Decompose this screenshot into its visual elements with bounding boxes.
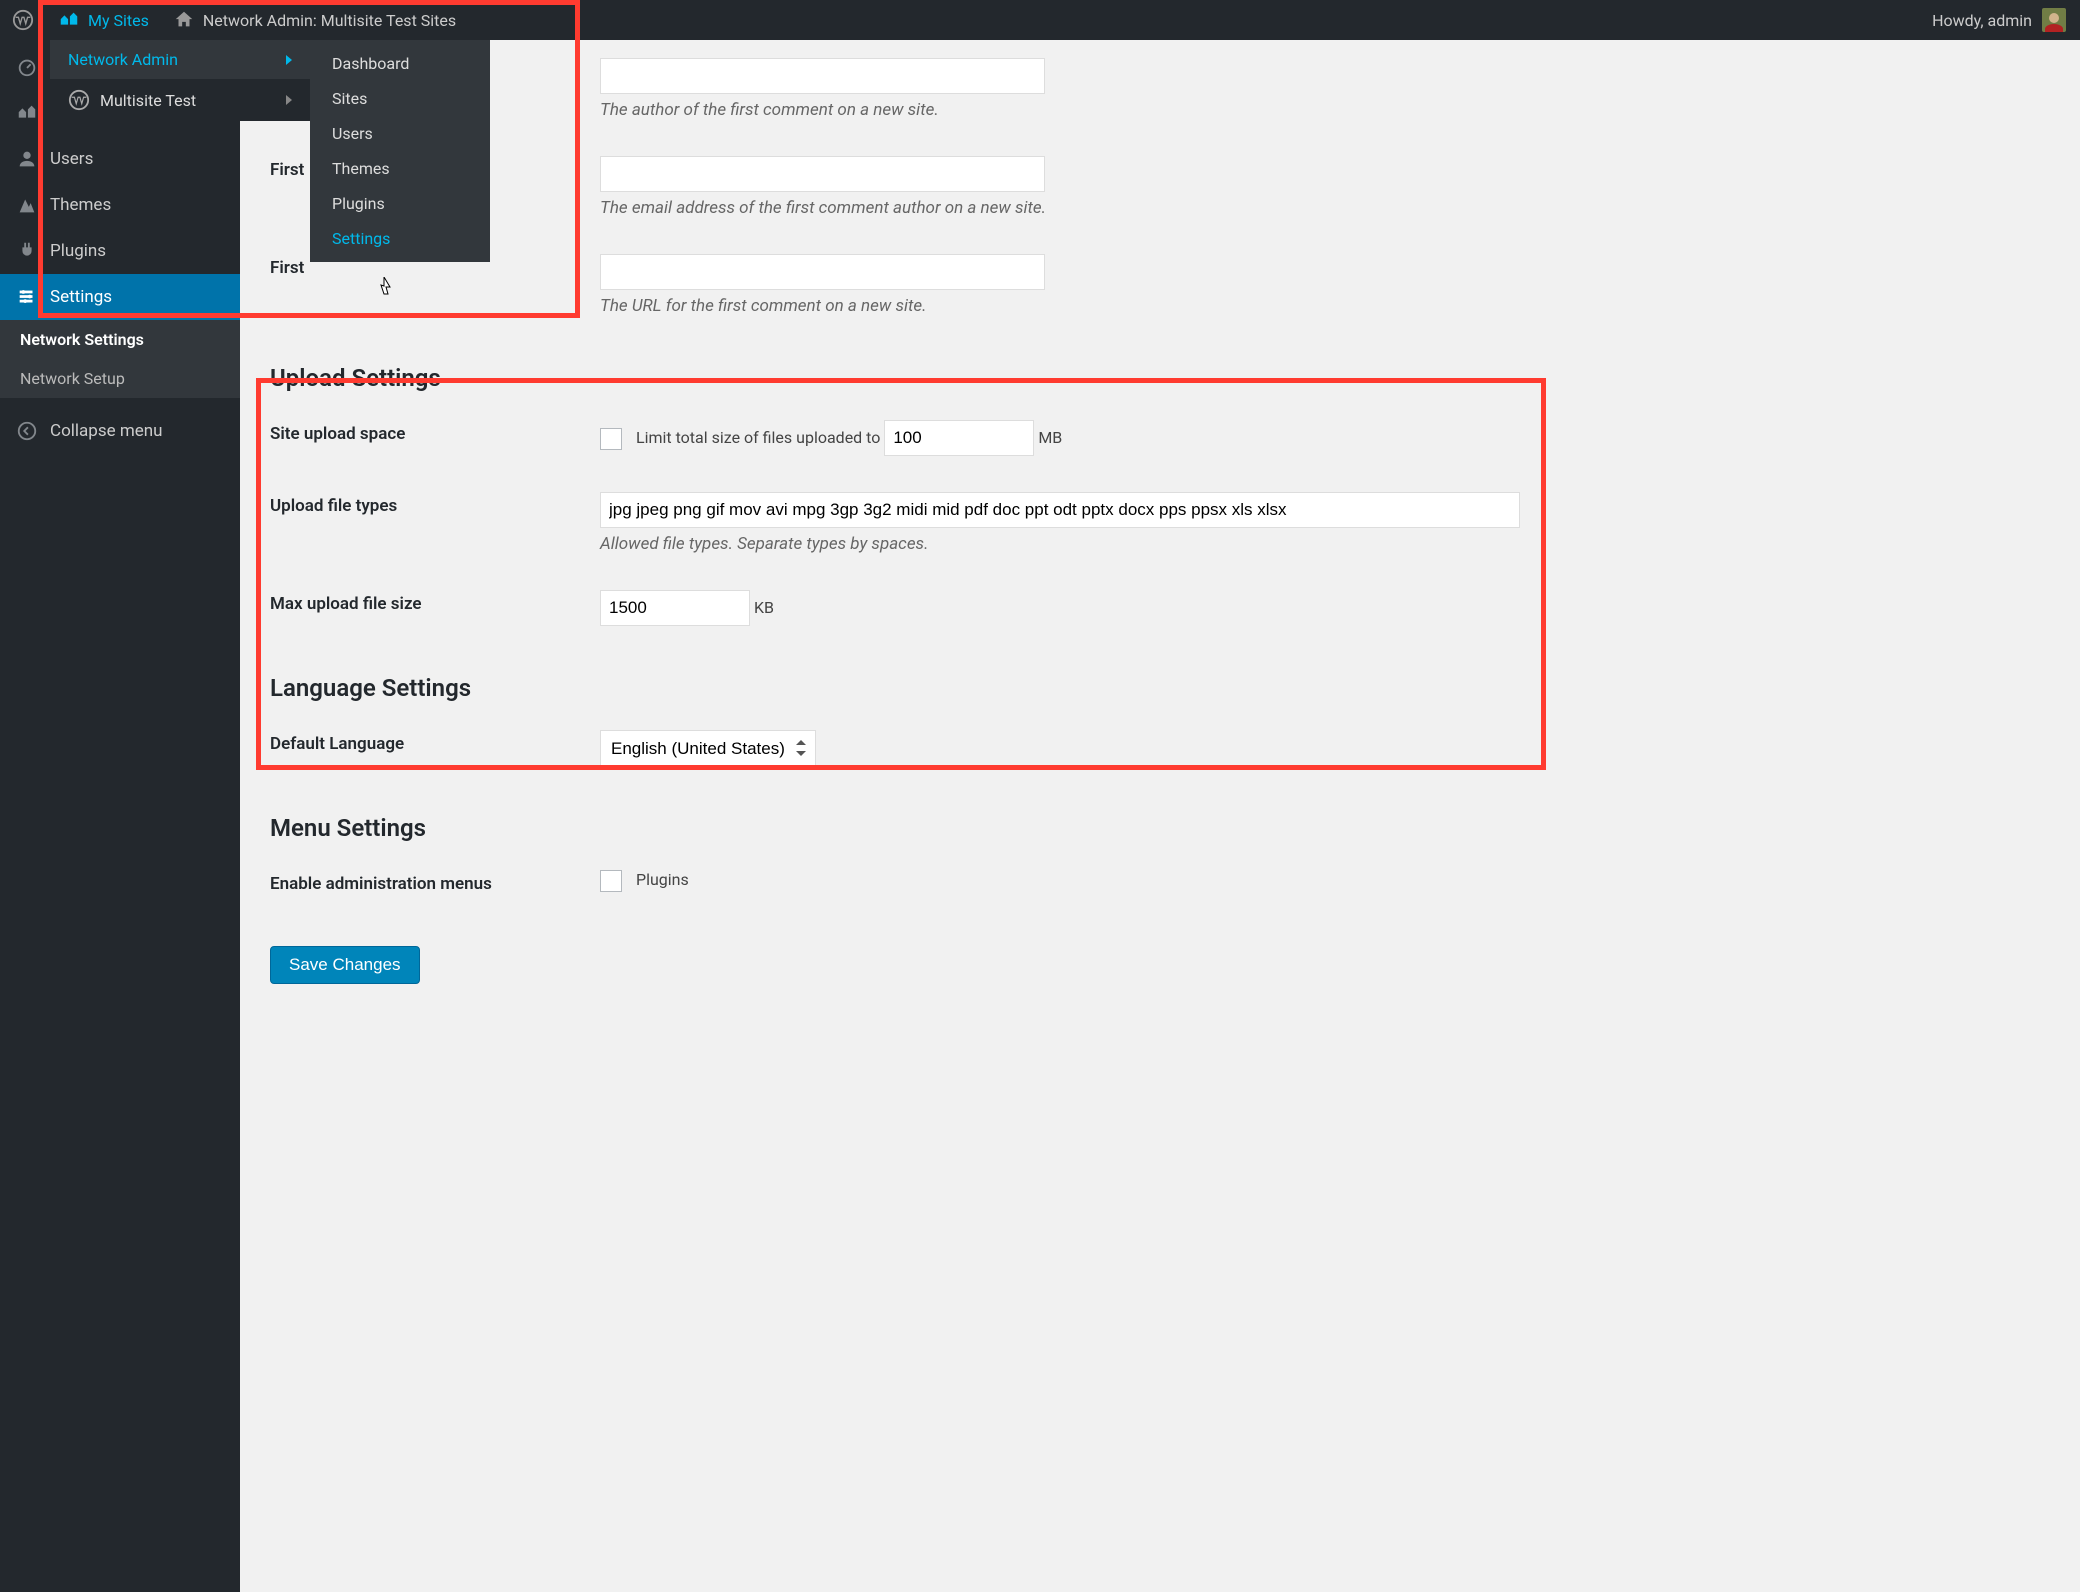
multisite-icon xyxy=(58,9,80,31)
submenu-themes[interactable]: Themes xyxy=(310,151,490,186)
wordpress-icon xyxy=(68,89,90,111)
max-upload-unit: KB xyxy=(754,598,774,617)
users-icon xyxy=(16,148,38,170)
settings-submenu: Network Settings Network Setup xyxy=(0,320,240,398)
upload-file-types-desc: Allowed file types. Separate types by sp… xyxy=(600,534,2050,554)
main-content: The author of the first comment on a new… xyxy=(240,0,2080,1200)
language-settings-heading: Language Settings xyxy=(270,674,2050,702)
submenu-plugins[interactable]: Plugins xyxy=(310,186,490,221)
upload-file-types-input[interactable] xyxy=(600,492,1520,528)
first-comment-author-desc: The author of the first comment on a new… xyxy=(600,100,2050,120)
limit-total-unit: MB xyxy=(1038,428,1062,447)
default-language-label: Default Language xyxy=(270,712,600,784)
sidebar-item-plugins[interactable]: Plugins xyxy=(0,228,240,274)
first-comment-email-input[interactable] xyxy=(600,156,1045,192)
flyout-multisite-test-label: Multisite Test xyxy=(100,91,196,110)
upload-settings-table: Site upload space Limit total size of fi… xyxy=(270,402,2050,644)
account-menu[interactable]: Howdy, admin xyxy=(1932,8,2080,32)
settings-icon xyxy=(16,286,38,308)
default-language-select[interactable]: English (United States) xyxy=(600,730,816,766)
flyout-multisite-test[interactable]: Multisite Test xyxy=(50,79,310,121)
sidebar-themes-label: Themes xyxy=(50,195,111,215)
enable-admin-menus-label: Enable administration menus xyxy=(270,852,600,916)
collapse-label: Collapse menu xyxy=(50,421,163,441)
limit-total-text: Limit total size of files uploaded to xyxy=(636,428,880,447)
menu-settings-table: Enable administration menus Plugins xyxy=(270,852,2050,916)
admin-sidebar: Sites Users Themes Plugins Settings Netw… xyxy=(0,40,240,1592)
upload-settings-heading: Upload Settings xyxy=(270,364,2050,392)
wordpress-icon xyxy=(12,9,34,31)
sidebar-item-users[interactable]: Users xyxy=(0,136,240,182)
avatar xyxy=(2042,8,2066,32)
submenu-settings[interactable]: Settings xyxy=(310,221,490,256)
cursor-icon xyxy=(378,277,396,304)
network-admin-title[interactable]: Network Admin: Multisite Test Sites xyxy=(161,0,468,40)
collapse-menu[interactable]: Collapse menu xyxy=(0,408,240,454)
sidebar-item-themes[interactable]: Themes xyxy=(0,182,240,228)
chevron-right-icon xyxy=(286,55,292,65)
flyout-network-admin[interactable]: Network Admin xyxy=(50,40,310,79)
themes-icon xyxy=(16,194,38,216)
my-sites-menu[interactable]: My Sites xyxy=(46,0,161,40)
howdy-label: Howdy, admin xyxy=(1932,11,2032,30)
max-upload-label: Max upload file size xyxy=(270,572,600,644)
limit-total-checkbox[interactable] xyxy=(600,428,622,450)
submenu-dashboard[interactable]: Dashboard xyxy=(310,46,490,81)
first-comment-url-input[interactable] xyxy=(600,254,1045,290)
submenu-network-settings[interactable]: Network Settings xyxy=(0,320,240,359)
plugins-menu-checkbox[interactable] xyxy=(600,870,622,892)
plugins-icon xyxy=(16,240,38,262)
network-admin-title-label: Network Admin: Multisite Test Sites xyxy=(203,11,456,30)
submenu-users[interactable]: Users xyxy=(310,116,490,151)
my-sites-flyout: Network Admin Multisite Test xyxy=(50,40,310,121)
network-admin-submenu: Dashboard Sites Users Themes Plugins Set… xyxy=(310,40,490,262)
sidebar-settings-label: Settings xyxy=(50,287,112,307)
plugins-menu-option: Plugins xyxy=(636,870,689,889)
multisite-icon xyxy=(16,102,38,124)
submenu-network-setup[interactable]: Network Setup xyxy=(0,359,240,398)
language-settings-table: Default Language English (United States) xyxy=(270,712,2050,784)
first-comment-author-input[interactable] xyxy=(600,58,1045,94)
menu-settings-heading: Menu Settings xyxy=(270,814,2050,842)
wp-logo[interactable] xyxy=(0,0,46,40)
first-comment-email-desc: The email address of the first comment a… xyxy=(600,198,2050,218)
flyout-network-admin-label: Network Admin xyxy=(68,50,178,69)
collapse-icon xyxy=(16,420,38,442)
first-comment-url-desc: The URL for the first comment on a new s… xyxy=(600,296,2050,316)
save-changes-button[interactable]: Save Changes xyxy=(270,946,420,984)
limit-total-input[interactable] xyxy=(884,420,1034,456)
upload-file-types-label: Upload file types xyxy=(270,474,600,572)
sidebar-users-label: Users xyxy=(50,149,93,169)
max-upload-input[interactable] xyxy=(600,590,750,626)
home-icon xyxy=(173,9,195,31)
chevron-right-icon xyxy=(286,95,292,105)
sidebar-item-settings[interactable]: Settings xyxy=(0,274,240,320)
new-site-settings-partial: The author of the first comment on a new… xyxy=(270,40,2050,334)
my-sites-label: My Sites xyxy=(88,11,149,30)
admin-bar: My Sites Network Admin: Multisite Test S… xyxy=(0,0,2080,40)
site-upload-space-label: Site upload space xyxy=(270,402,600,474)
sidebar-plugins-label: Plugins xyxy=(50,241,106,261)
dashboard-icon xyxy=(16,56,38,78)
submenu-sites[interactable]: Sites xyxy=(310,81,490,116)
